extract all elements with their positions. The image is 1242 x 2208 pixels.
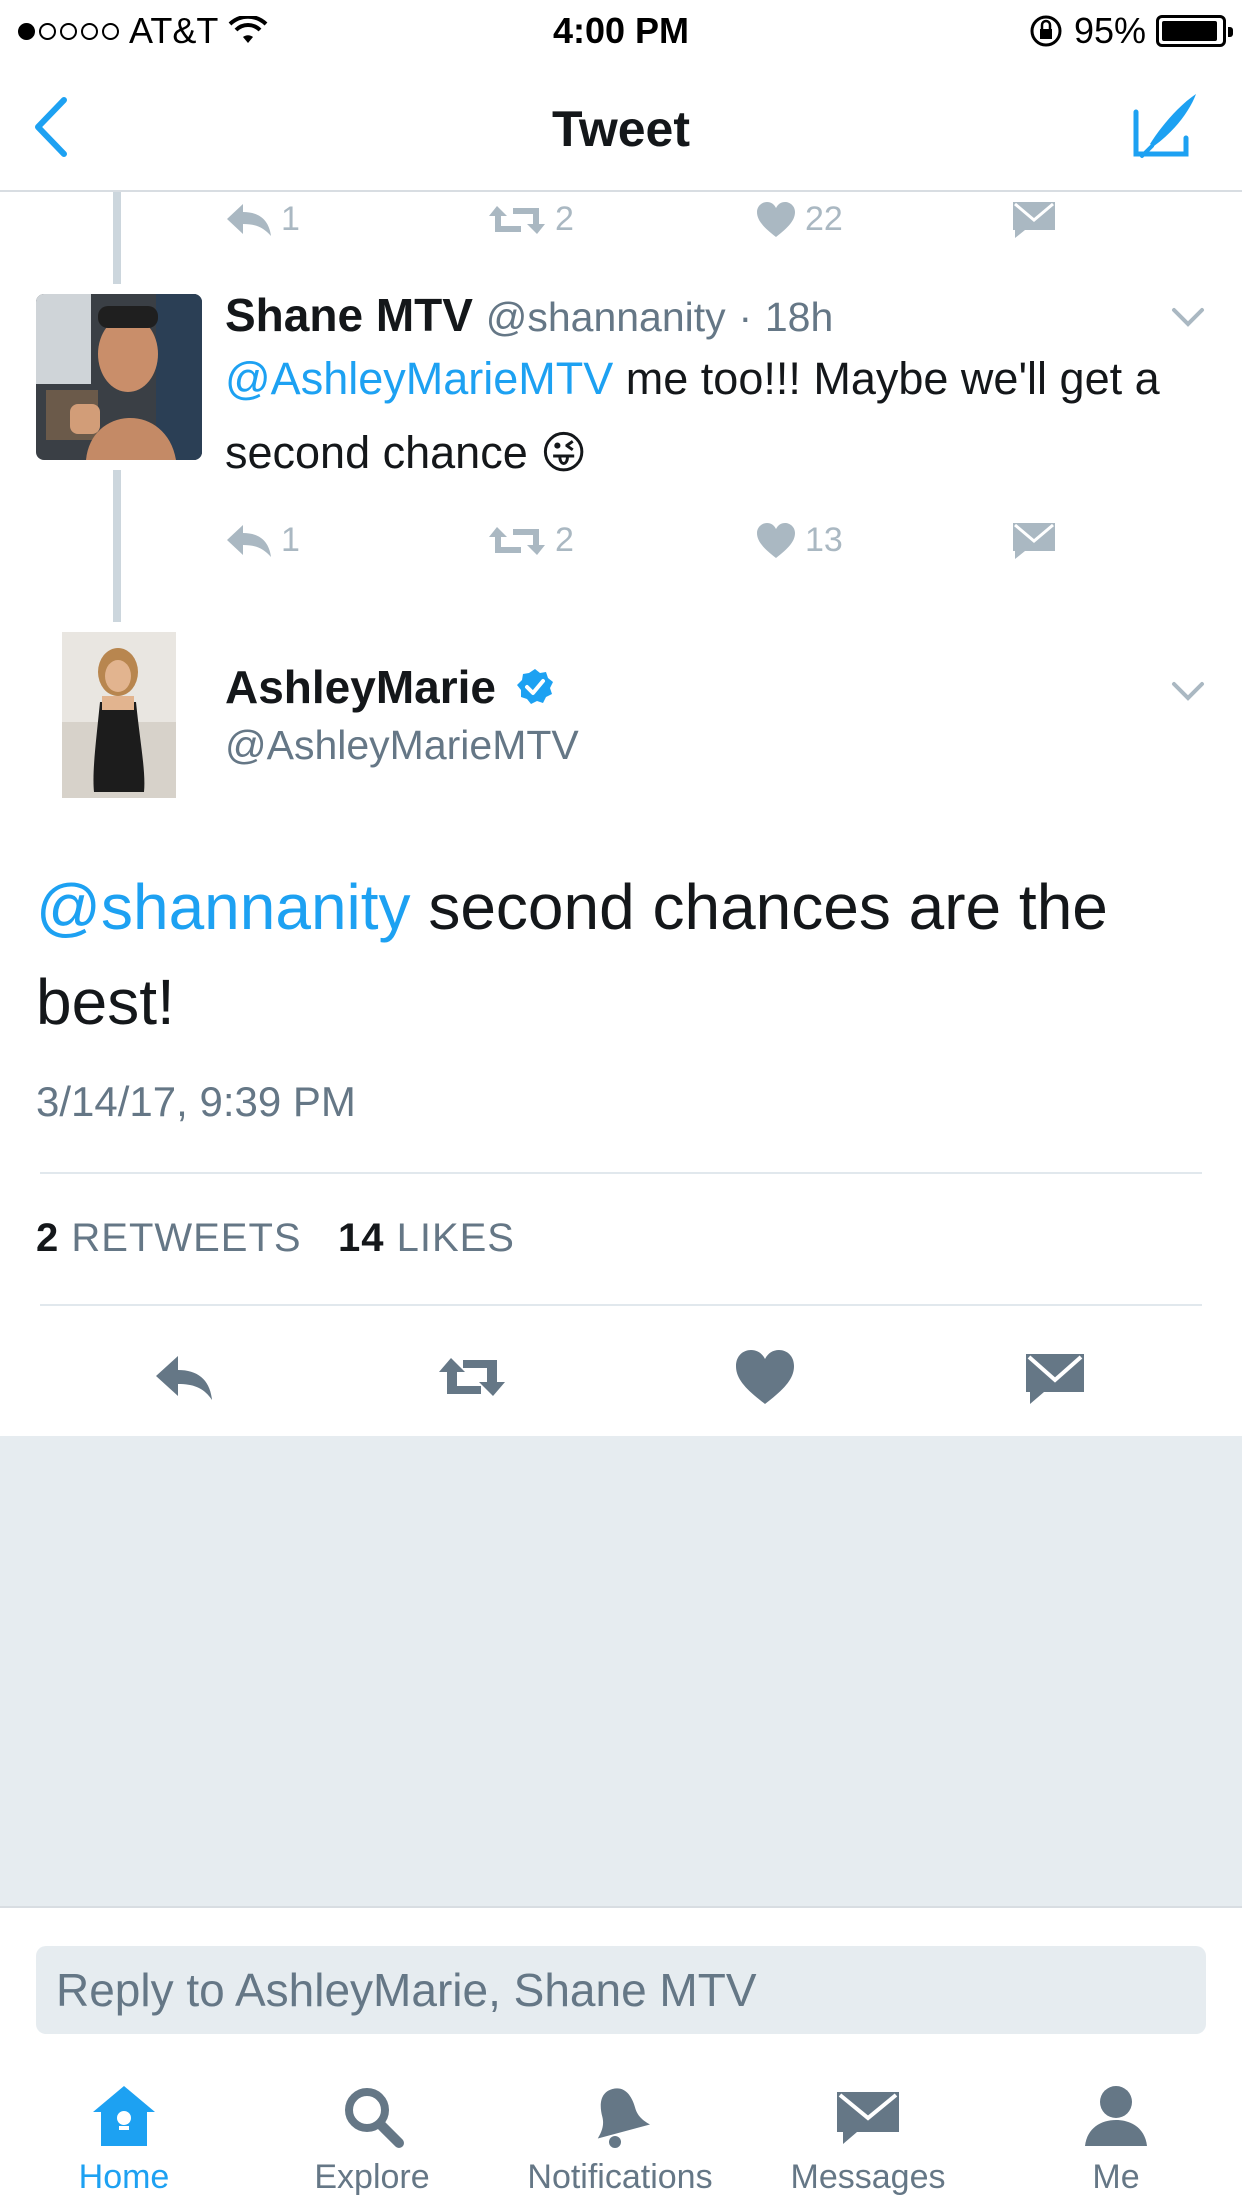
- meta-separator: ·: [738, 294, 753, 340]
- retweet-icon[interactable]: [437, 1342, 507, 1412]
- reply-icon: [227, 203, 271, 236]
- tab-label: Me: [1092, 2158, 1140, 2196]
- home-icon: [93, 2086, 155, 2146]
- tab-notifications[interactable]: Notifications: [496, 2062, 744, 2208]
- retweet-count: 2: [555, 521, 574, 559]
- envelope-icon: [837, 2092, 899, 2144]
- person-icon: [1085, 2086, 1147, 2146]
- tab-label: Home: [78, 2158, 170, 2196]
- author-name[interactable]: AshleyMarie: [225, 661, 496, 713]
- reply-bar: [0, 1906, 1242, 2034]
- main-tweet-text: @shannanity second chances are the best!: [36, 860, 1216, 1050]
- battery-percent: 95%: [1073, 10, 1146, 51]
- retweet-action[interactable]: 2: [487, 521, 574, 560]
- battery-icon: [1156, 15, 1233, 47]
- reply-tweet-header: Shane MTV @shannanity · 18h: [225, 288, 833, 342]
- envelope-icon: [1013, 202, 1055, 238]
- tweet-stats: 2 RETWEETS 14 LIKES: [36, 1216, 515, 1261]
- tab-bar: Home Explore Notifications Messages Me: [0, 2062, 1242, 2208]
- tab-label: Notifications: [527, 2158, 713, 2196]
- status-right: 95%: [1028, 10, 1233, 52]
- compose-icon[interactable]: [1130, 90, 1200, 160]
- orientation-lock-icon: [1030, 15, 1062, 47]
- avatar-ashley[interactable]: [36, 632, 202, 798]
- page-title: Tweet: [552, 101, 690, 157]
- main-tweet-actions: [0, 1320, 1242, 1430]
- tweet-timestamp: 3/14/17, 9:39 PM: [36, 1078, 356, 1125]
- reply-icon[interactable]: [150, 1342, 220, 1412]
- bell-icon: [597, 2088, 650, 2148]
- like-action[interactable]: 13: [755, 521, 843, 560]
- reply-tweet-text: @AshleyMarieMTV me too!!! Maybe we'll ge…: [225, 342, 1185, 490]
- tab-label: Explore: [314, 2158, 430, 2196]
- heart-icon: [757, 522, 795, 558]
- author-name[interactable]: Shane MTV: [225, 289, 473, 341]
- like-count: 22: [805, 200, 843, 238]
- reply-count: 1: [281, 200, 300, 238]
- like-total[interactable]: 14: [338, 1216, 385, 1260]
- chevron-down-icon[interactable]: [1168, 302, 1208, 332]
- retweet-total[interactable]: 2: [36, 1216, 59, 1260]
- divider: [40, 1172, 1202, 1174]
- reply-input[interactable]: [36, 1946, 1206, 2034]
- dm-action[interactable]: [1011, 521, 1057, 561]
- thread-line-top: [113, 192, 121, 284]
- nav-bar: Tweet: [0, 62, 1242, 192]
- reply-tweet-actions: 1 2 13: [225, 521, 1085, 571]
- mention-link[interactable]: @shannanity: [36, 871, 411, 943]
- search-icon: [345, 2088, 404, 2148]
- tab-label: Messages: [790, 2158, 946, 2196]
- tab-messages[interactable]: Messages: [744, 2062, 992, 2208]
- reply-icon: [227, 524, 271, 557]
- retweet-label[interactable]: RETWEETS: [71, 1216, 301, 1260]
- author-handle[interactable]: @shannanity: [486, 294, 726, 340]
- tweet-age: 18h: [764, 294, 834, 340]
- empty-area: [0, 1436, 1242, 1906]
- reply-action[interactable]: 1: [225, 200, 300, 239]
- tab-me[interactable]: Me: [992, 2062, 1240, 2208]
- tab-explore[interactable]: Explore: [248, 2062, 496, 2208]
- author-handle[interactable]: @AshleyMarieMTV: [225, 722, 579, 768]
- retweet-icon: [489, 205, 545, 234]
- retweet-icon: [489, 526, 545, 555]
- divider: [40, 1304, 1202, 1306]
- like-label[interactable]: LIKES: [397, 1216, 515, 1260]
- retweet-action[interactable]: 2: [487, 200, 574, 239]
- wink-emoji: 😜: [540, 427, 588, 478]
- main-tweet-author[interactable]: AshleyMarie: [225, 660, 555, 714]
- previous-tweet-actions: 1 2 22: [225, 200, 1085, 250]
- retweet-count: 2: [555, 200, 574, 238]
- chevron-down-icon[interactable]: [1168, 676, 1208, 706]
- main-tweet-handle-row: @AshleyMarieMTV: [225, 716, 579, 770]
- heart-icon: [757, 201, 795, 237]
- envelope-icon[interactable]: [1020, 1342, 1090, 1412]
- mention-link[interactable]: @AshleyMarieMTV: [225, 353, 613, 404]
- heart-icon[interactable]: [730, 1342, 800, 1412]
- status-bar: AT&T 4:00 PM 95%: [0, 0, 1242, 62]
- dm-action[interactable]: [1011, 200, 1057, 240]
- verified-badge-icon: [516, 669, 553, 704]
- avatar-shane[interactable]: [36, 294, 202, 460]
- envelope-icon: [1013, 523, 1055, 559]
- tab-home[interactable]: Home: [0, 2062, 248, 2208]
- like-count: 13: [805, 521, 843, 559]
- thread-line-middle: [113, 470, 121, 622]
- reply-action[interactable]: 1: [225, 521, 300, 560]
- like-action[interactable]: 22: [755, 200, 843, 239]
- reply-count: 1: [281, 521, 300, 559]
